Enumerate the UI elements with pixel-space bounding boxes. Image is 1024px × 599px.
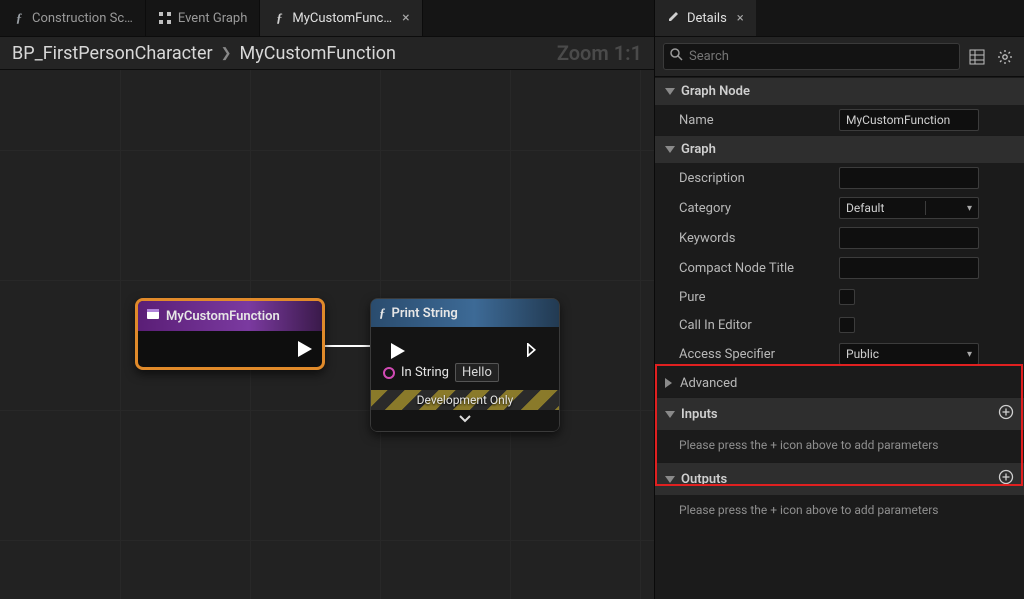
chevron-down-icon	[665, 476, 675, 483]
node-print-string[interactable]: ƒ Print String In String Hello	[370, 298, 560, 432]
node-body	[138, 331, 322, 367]
node-header[interactable]: MyCustomFunction	[138, 301, 322, 331]
property-label: Name	[679, 113, 839, 128]
chevron-right-icon: ❯	[221, 46, 232, 61]
property-label: Keywords	[679, 231, 839, 246]
property-row-pure: Pure	[655, 283, 1024, 311]
section-header-graph[interactable]: Graph	[655, 135, 1024, 163]
property-label: Advanced	[680, 376, 840, 391]
exec-input-pin[interactable]	[391, 343, 405, 359]
expand-node-chevron[interactable]	[371, 410, 559, 431]
section-title: Inputs	[681, 407, 718, 422]
pin-label: In String	[401, 365, 449, 380]
name-input[interactable]	[839, 109, 979, 131]
add-input-button[interactable]	[998, 404, 1014, 424]
property-label: Description	[679, 171, 839, 186]
tab-label: Construction Sc…	[32, 11, 133, 26]
development-only-stripe: Development Only	[371, 390, 559, 410]
function-icon: ƒ	[272, 11, 286, 25]
section-header-graph-node[interactable]: Graph Node	[655, 77, 1024, 105]
section-header-inputs[interactable]: Inputs	[655, 397, 1024, 430]
function-icon: ƒ	[379, 305, 386, 321]
tab-bar: ƒ Construction Sc… Event Graph ƒ MyCusto…	[0, 0, 654, 36]
graph-canvas[interactable]: MyCustomFunction ƒ Print String	[0, 70, 654, 599]
dropdown-value: Default	[846, 201, 884, 215]
tab-label: MyCustomFunc…	[292, 11, 392, 26]
breadcrumb-leaf[interactable]: MyCustomFunction	[240, 43, 396, 64]
property-row-keywords: Keywords	[655, 223, 1024, 253]
section-title: Graph Node	[681, 84, 750, 99]
compact-title-input[interactable]	[839, 257, 979, 279]
property-row-access-specifier: Access Specifier Public ▾	[655, 339, 1024, 369]
chevron-down-icon: ▾	[967, 203, 972, 214]
pin-default-value[interactable]: Hello	[455, 363, 499, 382]
property-row-category: Category Default ▾	[655, 193, 1024, 223]
exec-output-pin[interactable]	[527, 343, 539, 357]
chevron-down-icon	[665, 88, 675, 95]
breadcrumb-root[interactable]: BP_FirstPersonCharacter	[12, 43, 213, 64]
chevron-down-icon	[665, 411, 675, 418]
property-label: Compact Node Title	[679, 261, 839, 276]
property-row-compact-title: Compact Node Title	[655, 253, 1024, 283]
tab-label: Details	[687, 11, 727, 26]
search-input[interactable]	[689, 49, 953, 64]
property-row-description: Description	[655, 163, 1024, 193]
node-body: In String Hello	[371, 327, 559, 390]
property-row-advanced[interactable]: Advanced	[655, 369, 1024, 397]
chevron-right-icon	[665, 378, 672, 388]
string-input-pin[interactable]	[383, 367, 395, 379]
property-row-name: Name	[655, 105, 1024, 135]
node-function-entry[interactable]: MyCustomFunction	[135, 298, 325, 370]
pure-checkbox[interactable]	[839, 289, 855, 305]
development-only-label: Development Only	[417, 393, 514, 407]
gear-icon[interactable]	[994, 46, 1016, 68]
tab-mycustomfunction[interactable]: ƒ MyCustomFunc… ×	[260, 0, 422, 36]
search-box[interactable]	[663, 43, 960, 70]
search-icon	[670, 48, 683, 65]
category-dropdown[interactable]: Default ▾	[839, 197, 979, 219]
details-tab-bar: Details ×	[655, 0, 1024, 36]
close-icon[interactable]: ×	[737, 11, 744, 26]
app-root: ƒ Construction Sc… Event Graph ƒ MyCusto…	[0, 0, 1024, 599]
chevron-down-icon	[665, 146, 675, 153]
add-output-button[interactable]	[998, 469, 1014, 489]
property-label: Access Specifier	[679, 347, 839, 362]
access-specifier-dropdown[interactable]: Public ▾	[839, 343, 979, 365]
section-title: Outputs	[681, 472, 727, 487]
details-panel: Details × Graph Node	[654, 0, 1024, 599]
property-label: Call In Editor	[679, 318, 839, 333]
property-matrix-icon[interactable]	[966, 46, 988, 68]
section-header-outputs[interactable]: Outputs	[655, 462, 1024, 495]
function-entry-icon	[146, 307, 160, 325]
chevron-down-icon: ▾	[967, 349, 972, 360]
close-icon[interactable]: ×	[402, 10, 409, 26]
edit-icon	[667, 9, 681, 27]
node-header[interactable]: ƒ Print String	[371, 299, 559, 327]
event-graph-icon	[158, 11, 172, 25]
breadcrumb: BP_FirstPersonCharacter ❯ MyCustomFuncti…	[0, 36, 654, 70]
call-in-editor-checkbox[interactable]	[839, 317, 855, 333]
graph-panel: ƒ Construction Sc… Event Graph ƒ MyCusto…	[0, 0, 654, 599]
keywords-input[interactable]	[839, 227, 979, 249]
node-title: MyCustomFunction	[166, 309, 280, 324]
inputs-empty-hint: Please press the + icon above to add par…	[655, 430, 1024, 462]
details-toolbar	[655, 36, 1024, 77]
section-title: Graph	[681, 142, 716, 157]
property-label: Category	[679, 201, 839, 216]
node-title: Print String	[392, 306, 458, 321]
property-row-call-in-editor: Call In Editor	[655, 311, 1024, 339]
outputs-empty-hint: Please press the + icon above to add par…	[655, 495, 1024, 527]
tab-event-graph[interactable]: Event Graph	[146, 0, 261, 36]
function-icon: ƒ	[12, 11, 26, 25]
dropdown-value: Public	[846, 347, 879, 361]
details-body: Graph Node Name Graph Description Catego…	[655, 77, 1024, 599]
tab-construction-script[interactable]: ƒ Construction Sc…	[0, 0, 146, 36]
tab-details[interactable]: Details ×	[655, 0, 756, 36]
zoom-indicator: Zoom 1:1	[557, 41, 642, 65]
exec-output-pin[interactable]	[298, 341, 312, 357]
description-input[interactable]	[839, 167, 979, 189]
property-label: Pure	[679, 290, 839, 305]
tab-label: Event Graph	[178, 11, 248, 26]
